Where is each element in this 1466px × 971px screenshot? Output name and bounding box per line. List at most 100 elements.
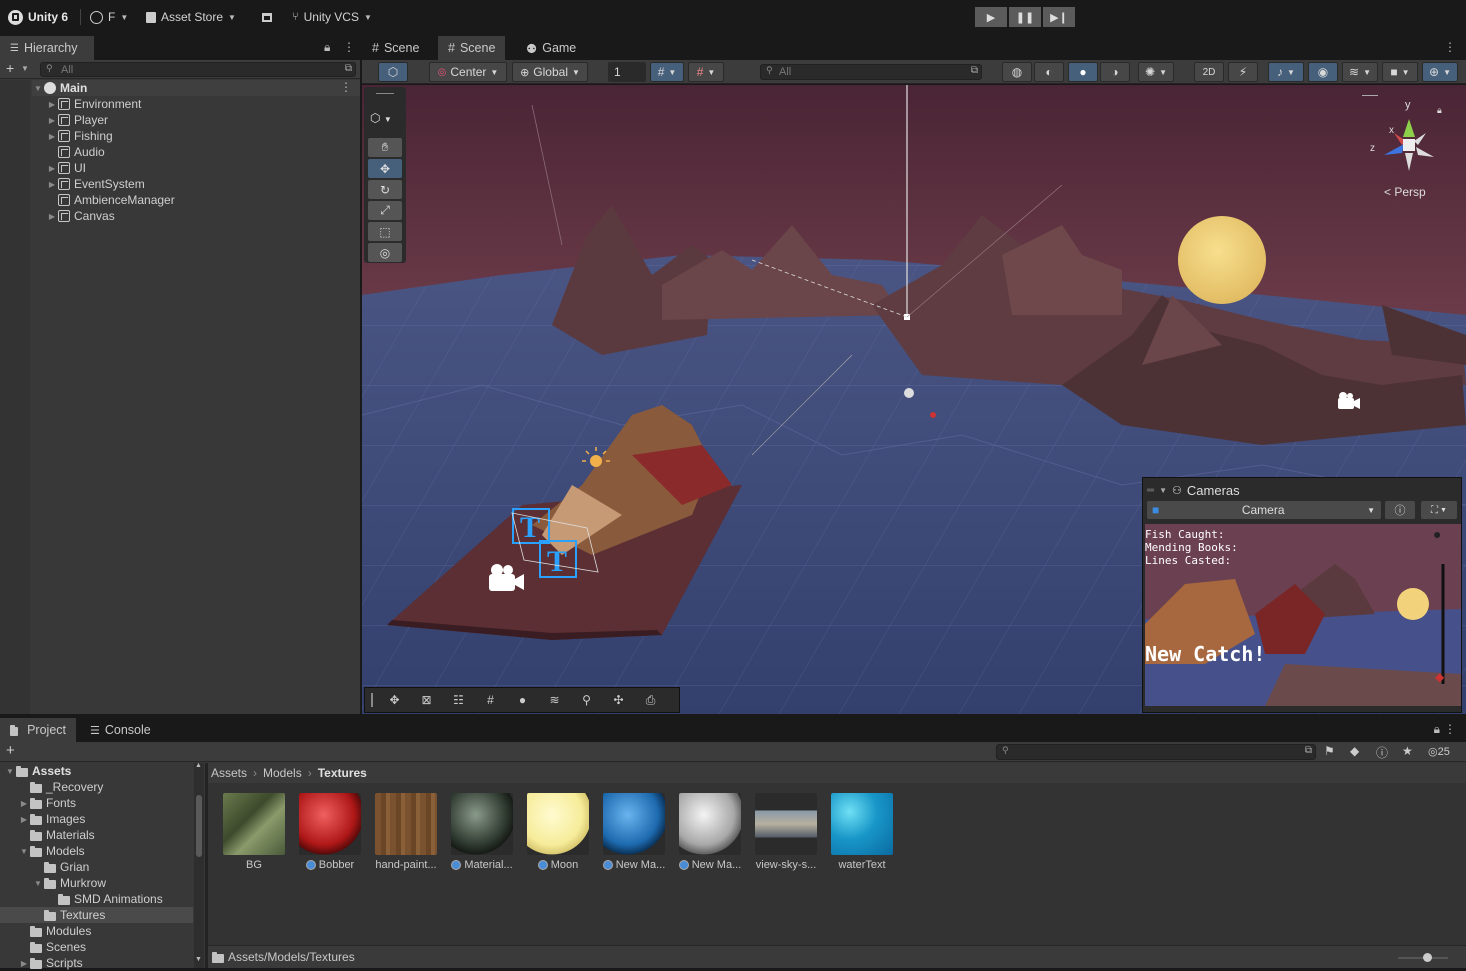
debug-draw-button[interactable]: ✺ ▼: [1138, 62, 1174, 82]
expand-arrow-icon[interactable]: ▶: [46, 180, 58, 189]
zoom-slider-thumb[interactable]: [1423, 953, 1432, 962]
expand-arrow-icon[interactable]: ▼: [4, 767, 16, 776]
scale-tool-button[interactable]: ⤢: [368, 201, 402, 220]
kebab-menu-icon[interactable]: ⋮: [1444, 40, 1456, 54]
drag-handle-icon[interactable]: ═: [1147, 485, 1154, 496]
cloud-button[interactable]: [262, 0, 272, 34]
overlay-snap-button[interactable]: ⊠: [411, 689, 443, 711]
add-icon[interactable]: +: [6, 742, 15, 759]
increment-snap-button[interactable]: # ▼: [688, 62, 724, 82]
rotate-tool-button[interactable]: ↻: [368, 180, 402, 199]
asset-item[interactable]: Bobber: [293, 793, 367, 871]
folder-tree-item[interactable]: Textures: [0, 907, 193, 923]
hierarchy-item[interactable]: AmbienceManager: [46, 192, 175, 208]
search-options-icon[interactable]: ⧉: [971, 65, 978, 76]
transform-tool-button[interactable]: ◎: [368, 243, 402, 262]
folder-tree-item[interactable]: ▼ Assets: [0, 763, 193, 779]
version-control-button[interactable]: ⑂ Unity VCS ▼: [292, 0, 372, 34]
lighting-toggle-button[interactable]: ⚡︎: [1228, 62, 1258, 82]
scene-row-main[interactable]: ▼ Main ⋮: [32, 80, 360, 96]
asset-item[interactable]: Moon: [521, 793, 595, 871]
folder-tree-item[interactable]: ▶ Images: [0, 811, 193, 827]
expand-arrow-icon[interactable]: ▶: [18, 959, 30, 968]
kebab-menu-icon[interactable]: ⋮: [340, 80, 352, 94]
tab-project[interactable]: Project: [0, 718, 76, 742]
overlay-camera-button[interactable]: ⎙: [635, 689, 667, 711]
move-tool-button[interactable]: ✥: [368, 159, 402, 178]
expand-arrow-icon[interactable]: ▶: [18, 799, 30, 808]
folder-tree-item[interactable]: Modules: [0, 923, 193, 939]
hierarchy-item[interactable]: ▶ Canvas: [46, 208, 115, 224]
overlay-search-button[interactable]: ⚲: [571, 689, 603, 711]
scroll-up-icon[interactable]: ▲: [195, 762, 202, 769]
tab-hierarchy[interactable]: ☰ Hierarchy: [0, 36, 94, 60]
unlit-button[interactable]: ◑: [1100, 62, 1130, 82]
gizmos-button[interactable]: ⊕ ▼: [1422, 62, 1458, 82]
folder-tree-item[interactable]: _Recovery: [0, 779, 193, 795]
hierarchy-item[interactable]: ▶ Fishing: [46, 128, 113, 144]
breadcrumb-models[interactable]: Models: [263, 766, 302, 780]
tab-scene-1[interactable]: # Scene: [438, 36, 506, 60]
expand-arrow-icon[interactable]: ▶: [46, 116, 58, 125]
kebab-menu-icon[interactable]: ⋮: [1444, 722, 1456, 736]
breadcrumb-textures[interactable]: Textures: [318, 766, 367, 780]
scene-search-input[interactable]: ⚲ All ⧉: [760, 64, 982, 80]
folder-tree-item[interactable]: Scenes: [0, 939, 193, 955]
rect-tool-button[interactable]: ⬚: [368, 222, 402, 241]
folder-tree-item[interactable]: ▼ Murkrow: [0, 875, 193, 891]
folder-tree-item[interactable]: Materials: [0, 827, 193, 843]
zoom-slider[interactable]: [1398, 953, 1448, 962]
warning-icon[interactable]: ⓘ: [1376, 744, 1388, 761]
tab-game-2[interactable]: ⚉ Game: [516, 36, 586, 60]
expand-arrow-icon[interactable]: ▶: [46, 212, 58, 221]
hierarchy-item[interactable]: ▶ EventSystem: [46, 176, 145, 192]
camera-settings-button[interactable]: ■ ▼: [1382, 62, 1418, 82]
step-button[interactable]: ▶❙: [1043, 7, 1075, 27]
camera-view-button[interactable]: ⛶ ▼: [1421, 501, 1457, 519]
folder-tree-item[interactable]: Grian: [0, 859, 193, 875]
overlay-align-button[interactable]: ☷: [443, 689, 475, 711]
overlay-layers-button[interactable]: ≋: [539, 689, 571, 711]
space-dropdown[interactable]: ⊕ Global ▼: [512, 62, 588, 82]
asset-item[interactable]: hand-paint...: [369, 793, 443, 871]
scene-viewport[interactable]: T T ⬡ ▼ ✋︎ ✥ ↻ ⤢ ⬚ ◎ 🔒︎ y x z < Persp ✥ …: [362, 85, 1466, 714]
hierarchy-item[interactable]: ▶ UI: [46, 160, 86, 176]
hierarchy-item[interactable]: Audio: [46, 144, 105, 160]
tool-mode-dropdown[interactable]: ⬡ ▼: [370, 111, 392, 125]
search-options-icon[interactable]: ⧉: [345, 63, 352, 74]
grid-size-field[interactable]: 1: [608, 62, 646, 82]
drag-handle[interactable]: [1362, 95, 1378, 96]
asset-item[interactable]: Material...: [445, 793, 519, 871]
breadcrumb-assets[interactable]: Assets: [211, 766, 247, 780]
expand-arrow-icon[interactable]: ▶: [46, 132, 58, 141]
tree-scrollbar[interactable]: ▲ ▼: [194, 762, 204, 968]
expand-arrow-icon[interactable]: ▼: [32, 879, 44, 888]
pivot-dropdown[interactable]: ◎ Center ▼: [429, 62, 507, 82]
camera-select-dropdown[interactable]: ■ Camera ▼: [1147, 501, 1381, 519]
overlay-move-button[interactable]: ✥: [379, 689, 411, 711]
asset-item[interactable]: waterText: [825, 793, 899, 871]
folder-tree-item[interactable]: ▼ Models: [0, 843, 193, 859]
folder-tree-item[interactable]: SMD Animations: [0, 891, 193, 907]
overlay-pivot-button[interactable]: ✣: [603, 689, 635, 711]
overlay-sphere-button[interactable]: ●: [507, 689, 539, 711]
pause-button[interactable]: ❚❚: [1009, 7, 1041, 27]
asset-store-button[interactable]: Asset Store ▼: [146, 0, 236, 34]
play-button[interactable]: ▶: [975, 7, 1007, 27]
shaded-wire-button[interactable]: ◐: [1034, 62, 1064, 82]
chevron-down-icon[interactable]: ▼: [21, 64, 29, 73]
hierarchy-item[interactable]: ▶ Environment: [46, 96, 141, 112]
grid-snap-button[interactable]: # ▼: [650, 62, 684, 82]
asset-item[interactable]: New Ma...: [673, 793, 747, 871]
visibility-button[interactable]: ◉: [1308, 62, 1338, 82]
audio-toggle-button[interactable]: ♪ ▼: [1268, 62, 1304, 82]
expand-arrow-icon[interactable]: ▼: [32, 84, 44, 93]
folder-tree-item[interactable]: ▶ Scripts: [0, 955, 193, 971]
tag-icon[interactable]: ◆: [1350, 744, 1359, 758]
drag-handle[interactable]: [371, 693, 373, 707]
tab-scene-0[interactable]: # Scene: [362, 36, 429, 60]
folder-tree-item[interactable]: ▶ Fonts: [0, 795, 193, 811]
account-button[interactable]: F ▼: [90, 0, 128, 34]
unity-menu[interactable]: Unity 6: [8, 0, 68, 34]
camera-info-button[interactable]: ⓘ: [1385, 501, 1415, 519]
